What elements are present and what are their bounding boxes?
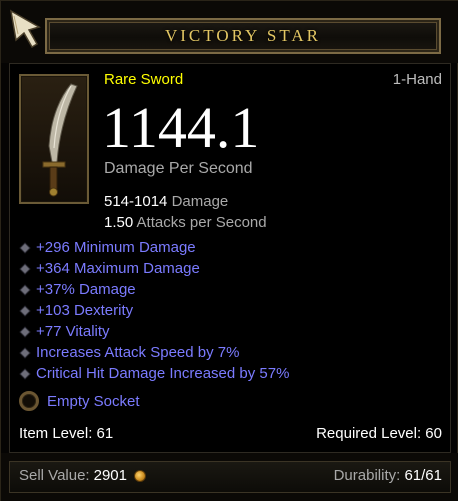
affix-text: +77 Vitality [36,323,110,340]
dps-label: Damage Per Second [104,160,253,177]
cursor-icon [9,9,41,49]
attack-speed-line: 1.50 Attacks per Second [104,214,267,231]
item-tooltip: VICTORY STAR Rare Sword 1-Hand 1144.1 Da… [0,0,458,501]
bullet-diamond-icon [19,263,31,275]
attack-speed-value: 1.50 [104,214,134,231]
item-hand-type: 1-Hand [392,71,442,88]
affix-item: +296 Minimum Damage [19,237,439,258]
affix-text: +296 Minimum Damage [36,239,196,256]
affix-text: +364 Maximum Damage [36,260,200,277]
affix-text: Critical Hit Damage Increased by 57% [36,365,290,382]
affix-text: Increases Attack Speed by 7% [36,344,240,361]
empty-socket: Empty Socket [19,391,140,411]
bullet-diamond-icon [19,368,31,380]
bullet-diamond-icon [19,326,31,338]
sword-icon [42,83,78,197]
item-type: Rare Sword [104,71,184,88]
durability-label: Durability: [333,467,401,484]
bullet-diamond-icon [19,242,31,254]
sell-value: Sell Value: 2901 [19,467,146,484]
item-name: VICTORY STAR [164,26,322,45]
damage-range-line: 514-1014 Damage [104,193,228,210]
gold-coin-icon [133,469,146,482]
tooltip-header: VICTORY STAR [1,1,458,63]
dps-value: 1144.1 [102,95,260,160]
durability: Durability: 61/61 [334,467,442,484]
item-name-plate: VICTORY STAR [45,18,441,54]
item-level: Item Level: 61 [19,425,114,442]
bullet-diamond-icon [19,284,31,296]
affix-item: Increases Attack Speed by 7% [19,342,439,363]
affix-item: +77 Vitality [19,321,439,342]
required-level: Required Level: 60 [316,425,442,442]
item-icon-slot [19,74,89,204]
affix-item: +103 Dexterity [19,300,439,321]
sell-value-amount: 2901 [93,467,127,484]
socket-icon [19,391,39,411]
affix-text: +37% Damage [36,281,136,298]
affix-text: +103 Dexterity [36,302,134,319]
durability-value: 61/61 [404,467,442,484]
damage-range-value: 514-1014 [104,193,168,210]
bullet-diamond-icon [19,305,31,317]
affix-item: +37% Damage [19,279,439,300]
bullet-diamond-icon [19,347,31,359]
affix-item: Critical Hit Damage Increased by 57% [19,363,439,384]
affix-list: +296 Minimum Damage +364 Maximum Damage … [19,237,439,384]
affix-item: +364 Maximum Damage [19,258,439,279]
socket-label: Empty Socket [47,392,140,410]
sell-value-label: Sell Value: [19,467,90,484]
attack-speed-label: Attacks per Second [136,214,267,231]
damage-range-label: Damage [171,193,229,210]
